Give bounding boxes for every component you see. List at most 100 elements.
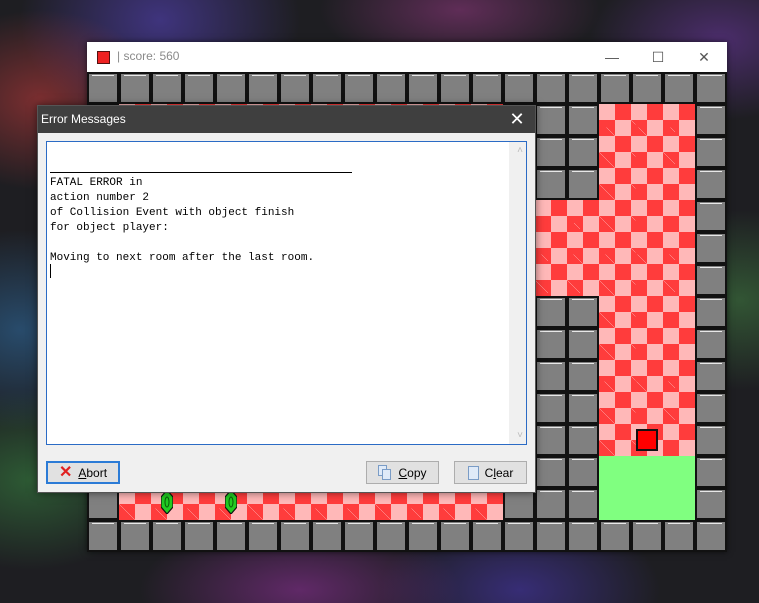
wall-tile: [439, 520, 471, 552]
error-messages-dialog: Error Messages ✕ FATAL ERROR in action nu…: [37, 105, 536, 493]
wall-tile: [631, 72, 663, 104]
checker-floor-tile: [599, 200, 631, 232]
checker-floor-tile: [631, 264, 663, 296]
clear-button[interactable]: Clear: [454, 461, 527, 484]
checker-floor-tile: [631, 136, 663, 168]
checker-floor-tile: [663, 232, 695, 264]
checker-floor-tile: [599, 296, 631, 328]
checker-floor-tile: [663, 104, 695, 136]
wall-tile: [567, 328, 599, 360]
wall-tile: [375, 520, 407, 552]
wall-tile: [695, 424, 727, 456]
finish-tile: [631, 488, 663, 520]
scroll-down-icon[interactable]: ˅: [517, 430, 523, 441]
checker-floor-tile: [599, 168, 631, 200]
wall-tile: [567, 456, 599, 488]
wall-tile: [695, 296, 727, 328]
wall-tile: [535, 104, 567, 136]
message-line: FATAL ERROR in: [50, 177, 143, 189]
wall-tile: [567, 392, 599, 424]
checker-floor-tile: [663, 136, 695, 168]
copy-button[interactable]: Copy: [366, 461, 439, 484]
wall-tile: [663, 72, 695, 104]
wall-tile: [535, 392, 567, 424]
close-button[interactable]: ✕: [681, 42, 727, 72]
checker-floor-tile: [631, 360, 663, 392]
message-line: Moving to next room after the last room.: [50, 252, 315, 264]
wall-tile: [631, 520, 663, 552]
wall-tile: [343, 520, 375, 552]
wall-tile: [535, 456, 567, 488]
checker-floor-tile: [599, 392, 631, 424]
checker-floor-tile: [663, 264, 695, 296]
wall-tile: [695, 104, 727, 136]
wall-tile: [215, 520, 247, 552]
wall-tile: [567, 72, 599, 104]
dialog-close-button[interactable]: ✕: [507, 109, 527, 129]
copy-label: Copy: [398, 465, 427, 480]
checker-floor-tile: [599, 360, 631, 392]
wall-tile: [471, 72, 503, 104]
checker-floor-tile: [567, 264, 599, 296]
wall-tile: [535, 296, 567, 328]
checker-floor-tile: [535, 200, 567, 232]
wall-tile: [535, 136, 567, 168]
wall-tile: [695, 328, 727, 360]
checker-floor-tile: [663, 168, 695, 200]
error-message-text: FATAL ERROR in action number 2 of Collisio…: [50, 176, 314, 266]
wall-tile: [695, 264, 727, 296]
wall-tile: [695, 488, 727, 520]
wall-tile: [279, 520, 311, 552]
checker-floor-tile: [631, 168, 663, 200]
wall-tile: [567, 520, 599, 552]
maximize-button[interactable]: ☐: [635, 42, 681, 72]
wall-tile: [535, 328, 567, 360]
wall-tile: [279, 72, 311, 104]
checker-floor-tile: [631, 200, 663, 232]
wall-tile: [567, 360, 599, 392]
scroll-up-icon[interactable]: ˄: [517, 145, 523, 156]
checker-floor-tile: [663, 360, 695, 392]
error-message-textarea[interactable]: FATAL ERROR in action number 2 of Collisio…: [46, 141, 527, 445]
wall-tile: [407, 520, 439, 552]
game-window-titlebar[interactable]: | score: 560 — ☐ ✕: [87, 42, 727, 72]
dialog-titlebar[interactable]: Error Messages ✕: [38, 106, 535, 133]
gem-icon: [225, 490, 237, 514]
checker-floor-tile: [535, 264, 567, 296]
checker-floor-tile: [663, 424, 695, 456]
x-icon: ✕: [58, 463, 73, 481]
wall-tile: [567, 136, 599, 168]
wall-tile: [343, 72, 375, 104]
checker-floor-tile: [567, 200, 599, 232]
message-line: for object player:: [50, 222, 169, 234]
wall-tile: [87, 72, 119, 104]
wall-tile: [695, 456, 727, 488]
wall-tile: [695, 168, 727, 200]
wall-tile: [503, 72, 535, 104]
wall-tile: [695, 360, 727, 392]
checker-floor-tile: [663, 392, 695, 424]
finish-tile: [599, 456, 631, 488]
wall-tile: [87, 520, 119, 552]
wall-tile: [567, 488, 599, 520]
wall-tile: [503, 520, 535, 552]
wall-tile: [311, 520, 343, 552]
minimize-button[interactable]: —: [589, 42, 635, 72]
finish-tile: [663, 488, 695, 520]
checker-floor-tile: [663, 328, 695, 360]
wall-tile: [119, 520, 151, 552]
checker-floor-tile: [567, 232, 599, 264]
gem-icon: [161, 490, 173, 514]
wall-tile: [311, 72, 343, 104]
wall-tile: [567, 104, 599, 136]
copy-icon: [378, 465, 392, 480]
checker-floor-tile: [663, 200, 695, 232]
abort-button[interactable]: ✕ Abort: [46, 461, 120, 484]
vertical-scrollbar[interactable]: ˄ ˅: [509, 142, 526, 444]
wall-tile: [535, 520, 567, 552]
document-icon: [467, 465, 479, 480]
game-window-title: | score: 560: [117, 49, 180, 63]
checker-floor-tile: [631, 104, 663, 136]
wall-tile: [535, 360, 567, 392]
wall-tile: [567, 296, 599, 328]
